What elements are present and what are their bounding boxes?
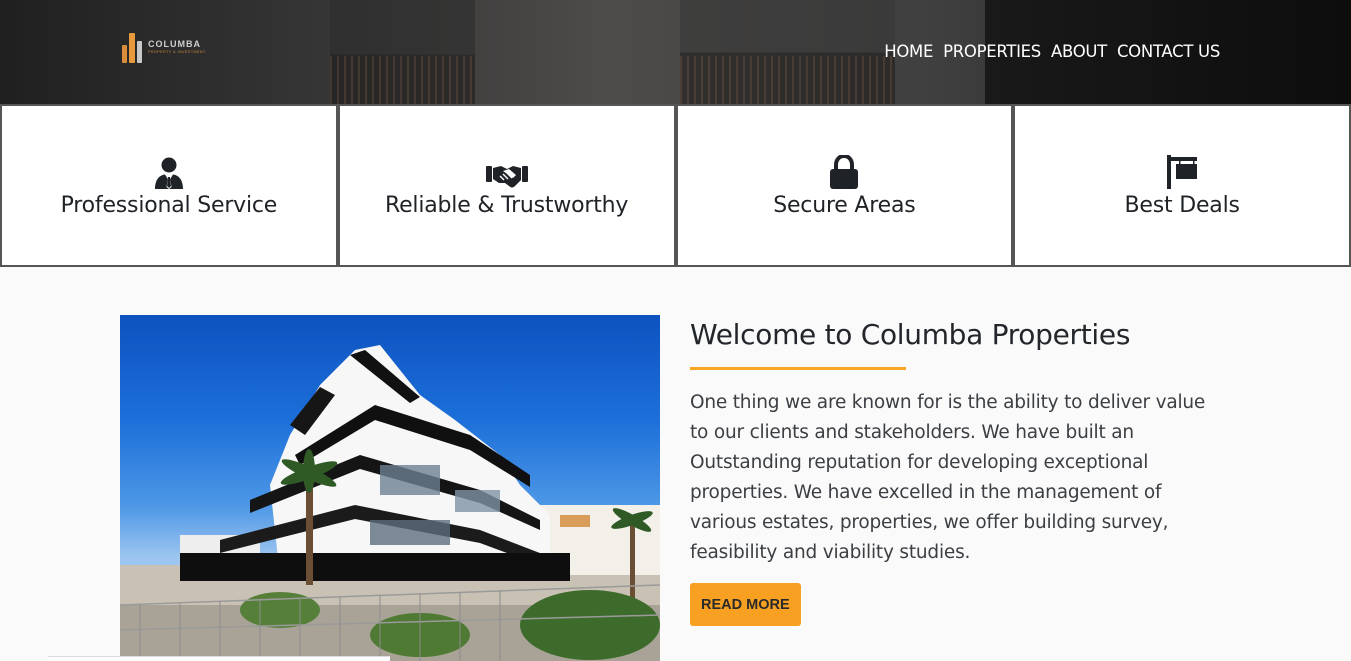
lock-icon [822,155,866,189]
welcome-text: One thing we are known for is the abilit… [690,392,1206,563]
sign-icon [1160,155,1204,189]
feature-secure-areas: Secure Areas [675,104,1014,267]
feature-label: Secure Areas [773,193,916,218]
features-row: Professional Service Reliable & Trustwor… [0,104,1351,267]
header-background-railing [680,56,895,104]
handshake-icon [485,155,529,189]
bottom-scroll-strip [48,656,390,661]
feature-label: Professional Service [60,193,278,218]
welcome-section: Welcome to Columba Properties One thing … [690,315,1230,626]
feature-label: Reliable & Trustworthy [384,193,629,218]
main-nav: HOME PROPERTIES ABOUT CONTACT US [884,42,1220,61]
feature-label: Best Deals [1124,193,1240,218]
site-header: COLUMBA PROPERTY & INVESTMENT HOME PROPE… [0,0,1351,104]
nav-properties-link[interactable]: PROPERTIES [943,42,1041,61]
feature-best-deals: Best Deals [1013,104,1351,267]
site-logo[interactable]: COLUMBA PROPERTY & INVESTMENT [119,29,209,65]
property-photo [120,315,660,661]
feature-reliable-trustworthy: Reliable & Trustworthy [337,104,676,267]
title-underline [690,367,906,370]
read-more-button[interactable]: READ MORE [690,583,801,626]
nav-contact-link[interactable]: CONTACT US [1117,42,1220,61]
nav-home-link[interactable]: HOME [884,42,933,61]
user-tie-icon [147,155,191,189]
feature-professional-service: Professional Service [0,104,338,267]
logo-name: COLUMBA [148,38,201,49]
header-background-railing [330,56,475,104]
welcome-title: Welcome to Columba Properties [690,318,1131,351]
nav-about-link[interactable]: ABOUT [1051,42,1107,61]
logo-mark-icon [119,29,145,65]
logo-tagline: PROPERTY & INVESTMENT [148,49,206,54]
